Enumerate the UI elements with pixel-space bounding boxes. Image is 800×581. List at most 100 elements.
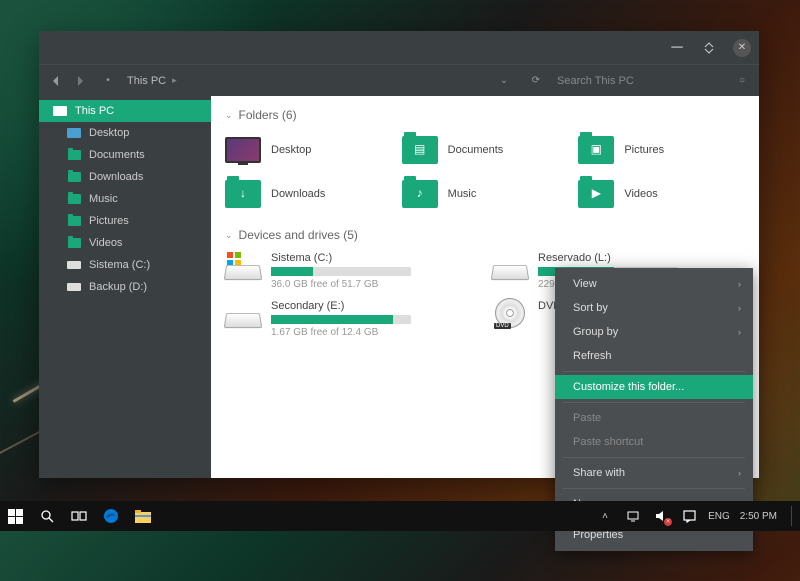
sidebar-item-documents[interactable]: Documents xyxy=(39,144,211,166)
minimize-button[interactable]: ─ xyxy=(669,40,685,56)
drive-free-text: 1.67 GB free of 12.4 GB xyxy=(271,327,478,338)
ctx-sort-by[interactable]: Sort by› xyxy=(555,296,753,320)
documents-icon: ▤ xyxy=(402,136,438,164)
folder-icon xyxy=(67,194,81,204)
address-bar: • This PC ▸ ⌄ ⟳ Search This PC ○ xyxy=(39,64,759,96)
folder-videos[interactable]: ▶ Videos xyxy=(578,176,745,212)
windows-drive-icon xyxy=(225,252,261,280)
close-button[interactable]: ✕ xyxy=(733,39,751,57)
sidebar-item-music[interactable]: Music xyxy=(39,188,211,210)
folder-desktop[interactable]: Desktop xyxy=(225,132,392,168)
drives-section-header[interactable]: ⌄ Devices and drives (5) xyxy=(225,228,745,242)
ctx-paste-shortcut[interactable]: Paste shortcut xyxy=(555,430,753,454)
folder-icon xyxy=(67,172,81,182)
breadcrumb-item[interactable]: This PC xyxy=(127,75,166,87)
search-button[interactable] xyxy=(38,507,56,525)
folder-downloads[interactable]: ↓ Downloads xyxy=(225,176,392,212)
videos-icon: ▶ xyxy=(578,180,614,208)
folder-icon xyxy=(67,216,81,226)
desktop-icon xyxy=(67,128,81,138)
chevron-right-icon: ▸ xyxy=(172,75,177,86)
sidebar-item-videos[interactable]: Videos xyxy=(39,232,211,254)
folder-icon xyxy=(67,150,81,160)
monitor-icon xyxy=(53,106,67,116)
recent-dropdown[interactable]: • xyxy=(99,72,117,90)
tray-chevron-icon[interactable]: ˄ xyxy=(596,507,614,525)
back-button[interactable] xyxy=(47,72,65,90)
sidebar-item-label: Pictures xyxy=(89,215,129,227)
music-icon: ♪ xyxy=(402,180,438,208)
sidebar: This PC Desktop Documents Downloads Musi… xyxy=(39,96,211,478)
sidebar-item-pictures[interactable]: Pictures xyxy=(39,210,211,232)
edge-icon[interactable] xyxy=(102,507,120,525)
sidebar-item-label: Desktop xyxy=(89,127,129,139)
sidebar-item-drive-c[interactable]: Sistema (C:) xyxy=(39,254,211,276)
sidebar-item-label: Backup (D:) xyxy=(89,281,147,293)
show-desktop-button[interactable] xyxy=(791,506,794,526)
folder-documents[interactable]: ▤ Documents xyxy=(402,132,569,168)
dropdown-icon[interactable]: ⌄ xyxy=(495,72,513,90)
drive-name: Sistema (C:) xyxy=(271,252,478,264)
folder-label: Documents xyxy=(448,144,504,156)
start-button[interactable] xyxy=(6,507,24,525)
forward-button[interactable] xyxy=(71,72,89,90)
language-indicator[interactable]: ENG xyxy=(708,511,730,522)
taskbar: ˄ ✕ ENG 2:50 PM xyxy=(0,501,800,531)
drive-free-text: 36.0 GB free of 51.7 GB xyxy=(271,279,478,290)
chevron-down-icon: ⌄ xyxy=(225,110,233,121)
volume-icon[interactable]: ✕ xyxy=(652,507,670,525)
folders-section-header[interactable]: ⌄ Folders (6) xyxy=(225,108,745,122)
dvd-icon: DVD xyxy=(492,300,528,328)
section-title: Folders (6) xyxy=(239,108,297,122)
sidebar-item-label: Videos xyxy=(89,237,122,249)
chevron-right-icon: › xyxy=(738,468,741,478)
folder-label: Pictures xyxy=(624,144,664,156)
separator xyxy=(563,402,745,403)
sidebar-item-downloads[interactable]: Downloads xyxy=(39,166,211,188)
chevron-right-icon: › xyxy=(738,303,741,313)
drive-name: Reservado (L:) xyxy=(538,252,745,264)
notifications-icon[interactable] xyxy=(680,507,698,525)
sidebar-item-this-pc[interactable]: This PC xyxy=(39,100,211,122)
ctx-refresh[interactable]: Refresh xyxy=(555,344,753,368)
folder-music[interactable]: ♪ Music xyxy=(402,176,569,212)
drive-name: Secondary (E:) xyxy=(271,300,478,312)
ctx-customize-folder[interactable]: Customize this folder... xyxy=(555,375,753,399)
separator xyxy=(563,488,745,489)
sidebar-item-label: Documents xyxy=(89,149,145,161)
folder-pictures[interactable]: ▣ Pictures xyxy=(578,132,745,168)
downloads-icon: ↓ xyxy=(225,180,261,208)
breadcrumb[interactable]: This PC ▸ xyxy=(127,75,177,87)
folder-label: Downloads xyxy=(271,188,325,200)
search-icon[interactable]: ○ xyxy=(733,72,751,90)
folder-label: Music xyxy=(448,188,477,200)
ctx-view[interactable]: View› xyxy=(555,272,753,296)
chevron-right-icon: › xyxy=(738,327,741,337)
sidebar-item-desktop[interactable]: Desktop xyxy=(39,122,211,144)
sidebar-item-drive-d[interactable]: Backup (D:) xyxy=(39,276,211,298)
drive-e[interactable]: Secondary (E:) 1.67 GB free of 12.4 GB xyxy=(225,300,478,338)
search-input[interactable]: Search This PC xyxy=(557,75,717,87)
title-bar[interactable]: ─ ✕ xyxy=(39,31,759,64)
ctx-paste[interactable]: Paste xyxy=(555,406,753,430)
ctx-group-by[interactable]: Group by› xyxy=(555,320,753,344)
desktop-icon xyxy=(225,137,261,163)
clock[interactable]: 2:50 PM xyxy=(740,511,777,522)
folder-label: Videos xyxy=(624,188,657,200)
ctx-share-with[interactable]: Share with› xyxy=(555,461,753,485)
sidebar-item-label: This PC xyxy=(75,105,114,117)
maximize-button[interactable] xyxy=(701,40,717,56)
drive-icon xyxy=(67,282,81,292)
refresh-button[interactable]: ⟳ xyxy=(527,72,545,90)
drive-c[interactable]: Sistema (C:) 36.0 GB free of 51.7 GB xyxy=(225,252,478,290)
pictures-icon: ▣ xyxy=(578,136,614,164)
section-title: Devices and drives (5) xyxy=(239,228,358,242)
task-view-button[interactable] xyxy=(70,507,88,525)
folder-label: Desktop xyxy=(271,144,311,156)
drive-icon xyxy=(67,260,81,270)
network-icon[interactable] xyxy=(624,507,642,525)
sidebar-item-label: Sistema (C:) xyxy=(89,259,150,271)
file-explorer-icon[interactable] xyxy=(134,507,152,525)
folder-icon xyxy=(67,238,81,248)
chevron-down-icon: ⌄ xyxy=(225,230,233,241)
